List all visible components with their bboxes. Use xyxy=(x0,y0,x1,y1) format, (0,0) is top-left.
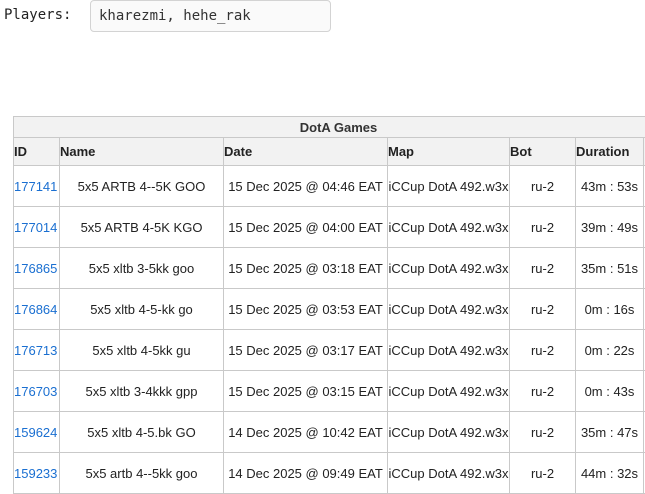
game-id-link[interactable]: 177141 xyxy=(14,179,57,194)
game-duration-cell: 0m : 16s xyxy=(576,289,644,330)
game-duration-cell: 44m : 32s xyxy=(576,453,644,494)
table-header-row: ID Name Date Map Bot Duration xyxy=(14,138,645,166)
game-name-cell: 5x5 ARTB 4-5K KGO xyxy=(60,207,224,248)
game-map-cell: iCCup DotA 492.w3x xyxy=(388,412,510,453)
game-date-cell: 15 Dec 2025 @ 03:17 EAT xyxy=(224,330,388,371)
games-table-container: DotA Games ID Name Date Map Bot Duration… xyxy=(13,116,645,494)
game-id-cell: 159233 xyxy=(14,453,60,494)
column-header-date[interactable]: Date xyxy=(224,138,388,166)
table-row: 177141 5x5 ARTB 4--5K GOO 15 Dec 2025 @ … xyxy=(14,166,645,207)
table-row: 159624 5x5 xltb 4-5.bk GO 14 Dec 2025 @ … xyxy=(14,412,645,453)
game-map-cell: iCCup DotA 492.w3x xyxy=(388,371,510,412)
game-id-link[interactable]: 159233 xyxy=(14,466,57,481)
game-date-cell: 15 Dec 2025 @ 03:18 EAT xyxy=(224,248,388,289)
game-map-cell: iCCup DotA 492.w3x xyxy=(388,166,510,207)
game-duration-cell: 0m : 22s xyxy=(576,330,644,371)
game-date-cell: 15 Dec 2025 @ 03:53 EAT xyxy=(224,289,388,330)
game-id-link[interactable]: 176865 xyxy=(14,261,57,276)
game-id-link[interactable]: 159624 xyxy=(14,425,57,440)
players-input[interactable]: kharezmi, hehe_rak xyxy=(90,0,331,32)
game-id-cell: 159624 xyxy=(14,412,60,453)
game-bot-cell: ru-2 xyxy=(510,330,576,371)
game-duration-cell: 43m : 53s xyxy=(576,166,644,207)
table-row: 176713 5x5 xltb 4-5kk gu 15 Dec 2025 @ 0… xyxy=(14,330,645,371)
game-bot-cell: ru-2 xyxy=(510,289,576,330)
game-duration-cell: 39m : 49s xyxy=(576,207,644,248)
game-map-cell: iCCup DotA 492.w3x xyxy=(388,330,510,371)
column-header-bot[interactable]: Bot xyxy=(510,138,576,166)
game-name-cell: 5x5 xltb 4-5.bk GO xyxy=(60,412,224,453)
game-name-cell: 5x5 xltb 4-5kk gu xyxy=(60,330,224,371)
game-date-cell: 15 Dec 2025 @ 03:15 EAT xyxy=(224,371,388,412)
table-row: 176865 5x5 xltb 3-5kk goo 15 Dec 2025 @ … xyxy=(14,248,645,289)
game-bot-cell: ru-2 xyxy=(510,248,576,289)
game-duration-cell: 0m : 43s xyxy=(576,371,644,412)
table-row: 176703 5x5 xltb 3-4kkk gpp 15 Dec 2025 @… xyxy=(14,371,645,412)
table-row: 177014 5x5 ARTB 4-5K KGO 15 Dec 2025 @ 0… xyxy=(14,207,645,248)
game-map-cell: iCCup DotA 492.w3x xyxy=(388,207,510,248)
column-header-map[interactable]: Map xyxy=(388,138,510,166)
game-id-cell: 176865 xyxy=(14,248,60,289)
column-header-name[interactable]: Name xyxy=(60,138,224,166)
game-id-cell: 177014 xyxy=(14,207,60,248)
game-id-cell: 176864 xyxy=(14,289,60,330)
column-header-id[interactable]: ID xyxy=(14,138,60,166)
game-date-cell: 15 Dec 2025 @ 04:00 EAT xyxy=(224,207,388,248)
game-name-cell: 5x5 xltb 3-5kk goo xyxy=(60,248,224,289)
game-bot-cell: ru-2 xyxy=(510,371,576,412)
game-bot-cell: ru-2 xyxy=(510,207,576,248)
game-map-cell: iCCup DotA 492.w3x xyxy=(388,248,510,289)
game-duration-cell: 35m : 47s xyxy=(576,412,644,453)
games-table: DotA Games ID Name Date Map Bot Duration… xyxy=(13,116,645,494)
game-name-cell: 5x5 xltb 3-4kkk gpp xyxy=(60,371,224,412)
game-date-cell: 14 Dec 2025 @ 10:42 EAT xyxy=(224,412,388,453)
game-id-link[interactable]: 176703 xyxy=(14,384,57,399)
game-duration-cell: 35m : 51s xyxy=(576,248,644,289)
game-id-link[interactable]: 177014 xyxy=(14,220,57,235)
game-id-cell: 176703 xyxy=(14,371,60,412)
players-label: Players: xyxy=(4,7,71,23)
game-id-link[interactable]: 176713 xyxy=(14,343,57,358)
game-bot-cell: ru-2 xyxy=(510,412,576,453)
game-name-cell: 5x5 xltb 4-5-kk go xyxy=(60,289,224,330)
game-date-cell: 15 Dec 2025 @ 04:46 EAT xyxy=(224,166,388,207)
game-name-cell: 5x5 ARTB 4--5K GOO xyxy=(60,166,224,207)
game-bot-cell: ru-2 xyxy=(510,453,576,494)
table-caption: DotA Games xyxy=(14,117,645,138)
column-header-duration[interactable]: Duration xyxy=(576,138,644,166)
game-id-cell: 176713 xyxy=(14,330,60,371)
game-map-cell: iCCup DotA 492.w3x xyxy=(388,289,510,330)
game-map-cell: iCCup DotA 492.w3x xyxy=(388,453,510,494)
table-row: 176864 5x5 xltb 4-5-kk go 15 Dec 2025 @ … xyxy=(14,289,645,330)
game-id-cell: 177141 xyxy=(14,166,60,207)
game-date-cell: 14 Dec 2025 @ 09:49 EAT xyxy=(224,453,388,494)
game-bot-cell: ru-2 xyxy=(510,166,576,207)
game-name-cell: 5x5 artb 4--5kk goo xyxy=(60,453,224,494)
game-id-link[interactable]: 176864 xyxy=(14,302,57,317)
table-row: 159233 5x5 artb 4--5kk goo 14 Dec 2025 @… xyxy=(14,453,645,494)
